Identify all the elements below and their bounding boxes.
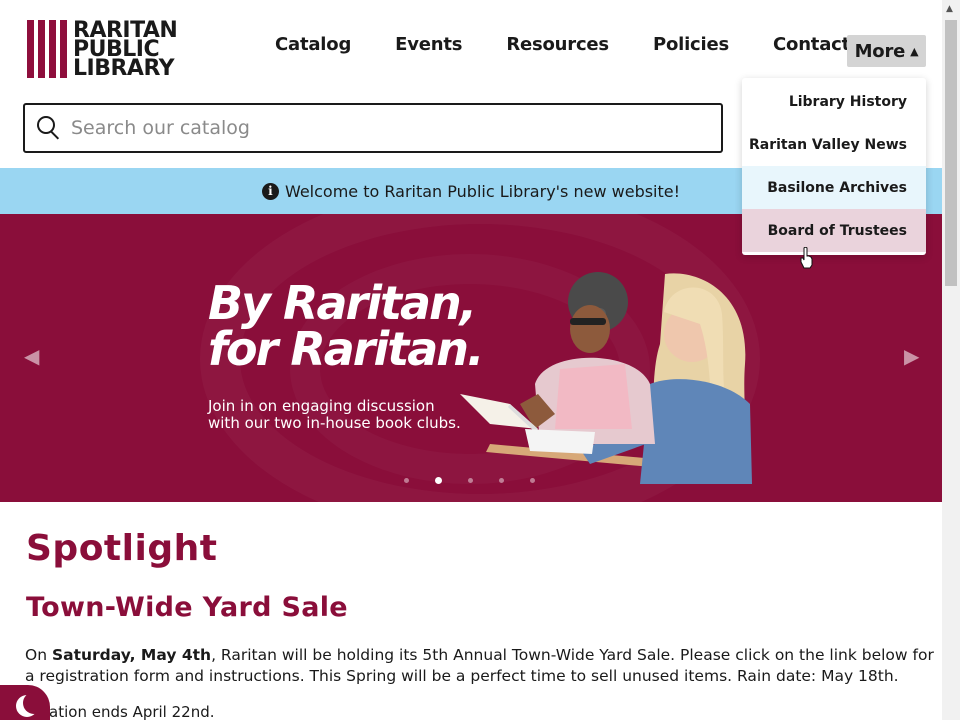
carousel-dot[interactable]	[530, 478, 535, 483]
logo-bars-icon	[27, 20, 67, 78]
caret-up-icon: ▲	[910, 44, 919, 58]
section-title: Spotlight	[26, 528, 218, 569]
article-body: On Saturday, May 4th, Raritan will be ho…	[25, 645, 935, 687]
nav-more-button[interactable]: More ▲	[847, 35, 926, 67]
moon-icon	[16, 692, 45, 717]
carousel-dot[interactable]	[468, 478, 473, 483]
carousel-dot[interactable]	[499, 478, 504, 483]
page-scrollbar[interactable]: ▲	[942, 0, 960, 720]
hero-subtitle: Join in on engaging discussion with our …	[208, 398, 488, 432]
nav-resources[interactable]: Resources	[506, 34, 609, 55]
logo-line-3: LIBRARY	[73, 55, 175, 81]
article-note: istration ends April 22nd.	[25, 703, 215, 720]
scroll-up-icon[interactable]: ▲	[946, 4, 953, 14]
hero-title: By Raritan, for Raritan.	[208, 280, 508, 372]
catalog-search	[23, 103, 723, 153]
search-input[interactable]	[71, 117, 671, 139]
carousel-dot[interactable]	[435, 477, 442, 484]
carousel-next-icon[interactable]: ▶	[904, 344, 919, 368]
search-icon[interactable]	[35, 114, 63, 142]
dropdown-item-raritan-valley-news[interactable]: Raritan Valley News	[742, 123, 926, 166]
dropdown-item-library-history[interactable]: Library History	[742, 78, 926, 123]
nav-catalog[interactable]: Catalog	[275, 34, 351, 55]
info-icon: i	[261, 182, 279, 200]
carousel-prev-icon[interactable]: ◀	[24, 344, 39, 368]
nav-contact[interactable]: Contact	[773, 34, 850, 55]
article-body-on: On	[25, 646, 52, 664]
hero-subtitle-line-2: with our two in-house book clubs.	[208, 414, 461, 432]
hero-title-line-1: By Raritan,	[208, 276, 477, 330]
logo-text: RARITAN PUBLIC LIBRARY	[73, 19, 178, 81]
library-logo[interactable]: RARITAN PUBLIC LIBRARY	[27, 19, 178, 81]
dropdown-item-board-of-trustees[interactable]: Board of Trustees	[742, 209, 926, 252]
more-dropdown-menu: Library History Raritan Valley News Basi…	[742, 78, 926, 255]
hand-cursor-icon	[800, 247, 813, 269]
article-title[interactable]: Town-Wide Yard Sale	[26, 592, 348, 623]
nav-policies[interactable]: Policies	[653, 34, 729, 55]
scroll-thumb[interactable]	[945, 20, 957, 286]
main-nav: Catalog Events Resources Policies Contac…	[275, 34, 894, 55]
nav-events[interactable]: Events	[395, 34, 462, 55]
dropdown-item-basilone-archives[interactable]: Basilone Archives	[742, 166, 926, 209]
nav-more-label: More	[854, 40, 906, 62]
carousel-dots	[404, 477, 561, 484]
carousel-dot[interactable]	[404, 478, 409, 483]
hero-title-line-2: for Raritan.	[208, 322, 484, 376]
article-date: Saturday, May 4th	[51, 646, 212, 664]
hero-subtitle-line-1: Join in on engaging discussion	[208, 397, 435, 415]
dark-mode-toggle[interactable]	[0, 685, 50, 720]
banner-text: Welcome to Raritan Public Library's new …	[284, 181, 681, 201]
